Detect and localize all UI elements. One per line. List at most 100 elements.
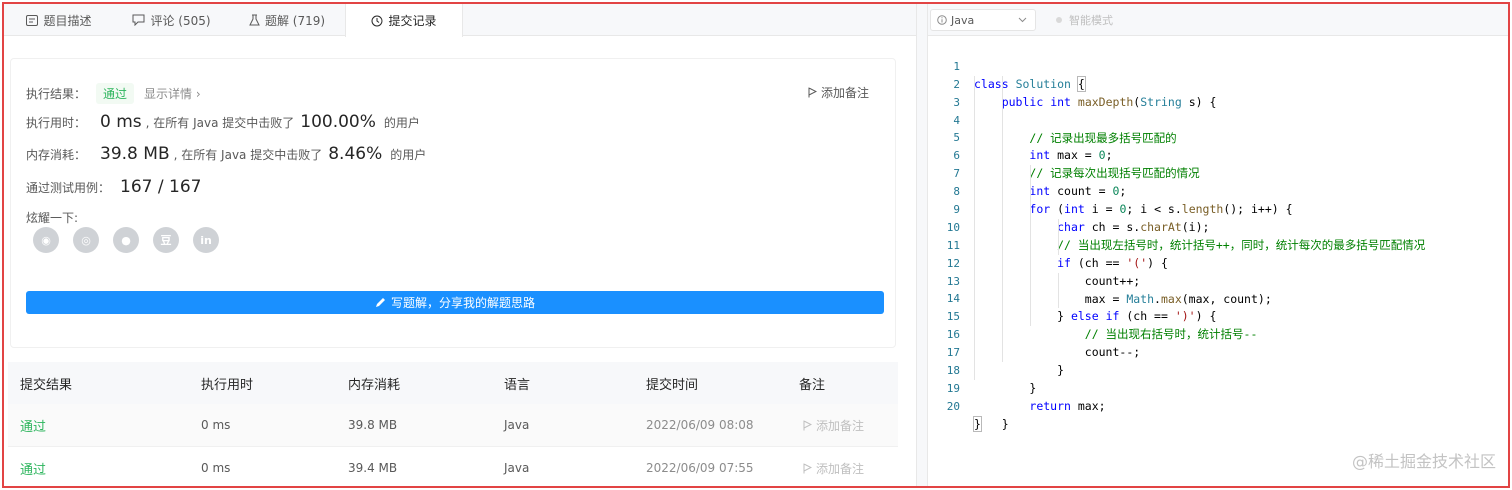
comment-icon bbox=[132, 14, 145, 26]
row-add-note-button[interactable]: 添加备注 bbox=[803, 417, 864, 434]
header-note: 备注 bbox=[799, 377, 826, 393]
language-value: Java bbox=[951, 13, 975, 27]
panel-resize-handle[interactable] bbox=[916, 4, 928, 486]
memory-percent: 8.46% bbox=[328, 144, 383, 164]
exec-result-label: 执行结果： bbox=[26, 87, 87, 101]
header-runtime: 执行用时 bbox=[201, 377, 254, 393]
code-line: 8 char ch = s.charAt(i); bbox=[928, 165, 1508, 234]
flag-icon bbox=[803, 420, 812, 430]
add-note-button[interactable]: 添加备注 bbox=[808, 84, 869, 101]
code-line: 15 count--; bbox=[928, 290, 1508, 359]
watermark: @稀土掘金技术社区 bbox=[1351, 452, 1496, 471]
row-runtime: 0 ms bbox=[201, 461, 231, 475]
code-line: 16 } bbox=[928, 308, 1508, 377]
left-panel: 题目描述 评论 (505) 题解 (719) 提交记录 执行结果： 通过 显示详… bbox=[4, 4, 916, 486]
douban-icon[interactable]: 豆 bbox=[153, 227, 179, 253]
code-line: 4 int max = 0; bbox=[928, 93, 1508, 162]
memory-beat-text: , 在所有 Java 提交中击败了 bbox=[173, 148, 323, 162]
tab-description-label: 题目描述 bbox=[43, 13, 92, 28]
testcases-value: 167 / 167 bbox=[120, 177, 202, 197]
share-icons: ◉ ◎ ● 豆 in bbox=[33, 227, 233, 253]
tab-submissions[interactable]: 提交记录 bbox=[345, 4, 463, 37]
tab-solutions-label: 题解 (719) bbox=[264, 13, 326, 28]
memory-row: 内存消耗： 39.8 MB , 在所有 Java 提交中击败了 8.46% 的用… bbox=[26, 144, 426, 164]
status-badge: 通过 bbox=[96, 83, 135, 104]
tab-submissions-label: 提交记录 bbox=[388, 14, 437, 28]
testcases-label: 通过测试用例： bbox=[26, 181, 111, 195]
code-line: 9 // 当出现左括号时，统计括号++，同时，统计每次的最多括号匹配情况 bbox=[928, 183, 1508, 252]
code-area[interactable]: 1 class Solution { 2 public int maxDepth… bbox=[928, 40, 1508, 432]
row-add-note-button[interactable]: 添加备注 bbox=[803, 460, 864, 477]
info-icon bbox=[937, 15, 947, 25]
code-line: 5 // 记录每次出现括号匹配的情况 bbox=[928, 111, 1508, 180]
add-note-label: 添加备注 bbox=[820, 86, 869, 100]
code-line: 12 max = Math.max(max, count); bbox=[928, 236, 1508, 306]
tab-comments-label: 评论 (505) bbox=[150, 13, 211, 28]
smart-mode-toggle[interactable]: 智能模式 bbox=[1056, 12, 1113, 28]
show-detail-link[interactable]: 显示详情 › bbox=[144, 85, 201, 102]
code-line: 6 int count = 0; bbox=[928, 129, 1508, 198]
header-status: 提交结果 bbox=[20, 377, 73, 393]
row-add-note-label: 添加备注 bbox=[816, 418, 865, 433]
description-icon bbox=[26, 14, 39, 26]
tab-description[interactable]: 题目描述 bbox=[4, 4, 114, 36]
row-memory: 39.8 MB bbox=[348, 418, 398, 432]
table-row[interactable]: 通过 0 ms 39.8 MB Java 2022/06/09 08:08 添加… bbox=[8, 404, 898, 447]
row-memory: 39.4 MB bbox=[348, 461, 398, 475]
chevron-down-icon bbox=[1018, 13, 1027, 30]
wechat-icon[interactable]: ◉ bbox=[33, 227, 59, 253]
table-row[interactable]: 通过 0 ms 39.4 MB Java 2022/06/09 07:55 添加… bbox=[8, 447, 898, 486]
flask-icon bbox=[249, 14, 260, 26]
header-submit-time: 提交时间 bbox=[646, 377, 699, 393]
linkedin-icon[interactable]: in bbox=[193, 227, 219, 253]
runtime-row: 执行用时： 0 ms , 在所有 Java 提交中击败了 100.00% 的用户 bbox=[26, 112, 420, 132]
submission-result-card: 执行结果： 通过 显示详情 › 添加备注 执行用时： 0 ms , 在所有 Ja… bbox=[10, 58, 896, 348]
memory-label: 内存消耗： bbox=[26, 148, 87, 162]
testcases-row: 通过测试用例： 167 / 167 bbox=[26, 177, 201, 197]
code-editor-panel: Java 智能模式 1 class Solution { 2 public in… bbox=[928, 4, 1508, 486]
header-language: 语言 bbox=[504, 377, 531, 393]
code-line: 20 } bbox=[928, 380, 1508, 432]
code-line: 13 } else if (ch == ')') { bbox=[928, 254, 1508, 323]
tab-solutions[interactable]: 题解 (719) bbox=[229, 4, 345, 36]
smart-mode-dot-icon bbox=[1056, 17, 1062, 23]
row-status[interactable]: 通过 bbox=[20, 416, 46, 435]
row-status[interactable]: 通过 bbox=[20, 459, 46, 478]
row-add-note-label: 添加备注 bbox=[816, 461, 865, 476]
clock-icon bbox=[371, 15, 383, 27]
code-line: 11 count++; bbox=[928, 218, 1508, 288]
exec-result-row: 执行结果： 通过 显示详情 › bbox=[26, 83, 201, 104]
weibo-icon[interactable]: ◎ bbox=[73, 227, 99, 253]
code-line: 17 } bbox=[928, 326, 1508, 395]
flag-icon bbox=[803, 463, 812, 473]
write-solution-label: 写题解，分享我的解题思路 bbox=[390, 296, 535, 310]
language-select[interactable]: Java bbox=[930, 9, 1036, 31]
line-number: 20 bbox=[946, 399, 960, 413]
share-row: 炫耀一下: bbox=[26, 209, 78, 226]
runtime-label: 执行用时： bbox=[26, 116, 87, 130]
code-line: 2 public int maxDepth(String s) { bbox=[928, 58, 1508, 109]
submissions-table: 提交结果 执行用时 内存消耗 语言 提交时间 备注 通过 0 ms 39.8 M… bbox=[8, 362, 898, 486]
table-header: 提交结果 执行用时 内存消耗 语言 提交时间 备注 bbox=[8, 362, 898, 404]
runtime-value: 0 ms bbox=[100, 112, 142, 132]
tab-comments[interactable]: 评论 (505) bbox=[114, 4, 229, 36]
code-line: 10 if (ch == '(') { bbox=[928, 201, 1508, 270]
runtime-users-text: 的用户 bbox=[383, 116, 420, 130]
tab-bar: 题目描述 评论 (505) 题解 (719) 提交记录 bbox=[4, 4, 916, 37]
memory-value: 39.8 MB bbox=[100, 144, 170, 164]
runtime-beat-text: , 在所有 Java 提交中击败了 bbox=[145, 116, 295, 130]
share-label: 炫耀一下: bbox=[26, 211, 79, 225]
write-solution-button[interactable]: 写题解，分享我的解题思路 bbox=[26, 291, 884, 314]
code-line: 1 class Solution { bbox=[928, 40, 1508, 92]
code-line: 7 for (int i = 0; i < s.length(); i++) { bbox=[928, 147, 1508, 216]
row-submit-time: 2022/06/09 07:55 bbox=[646, 461, 754, 475]
row-language: Java bbox=[504, 418, 530, 432]
header-memory: 内存消耗 bbox=[348, 377, 401, 393]
qq-icon[interactable]: ● bbox=[113, 227, 139, 253]
flag-icon bbox=[808, 87, 817, 98]
code-line: 18 return max; bbox=[928, 344, 1508, 413]
memory-users-text: 的用户 bbox=[390, 148, 427, 162]
row-language: Java bbox=[504, 461, 530, 475]
code-text: return max; bbox=[1029, 398, 1106, 413]
code-line: 19 } bbox=[928, 362, 1508, 431]
